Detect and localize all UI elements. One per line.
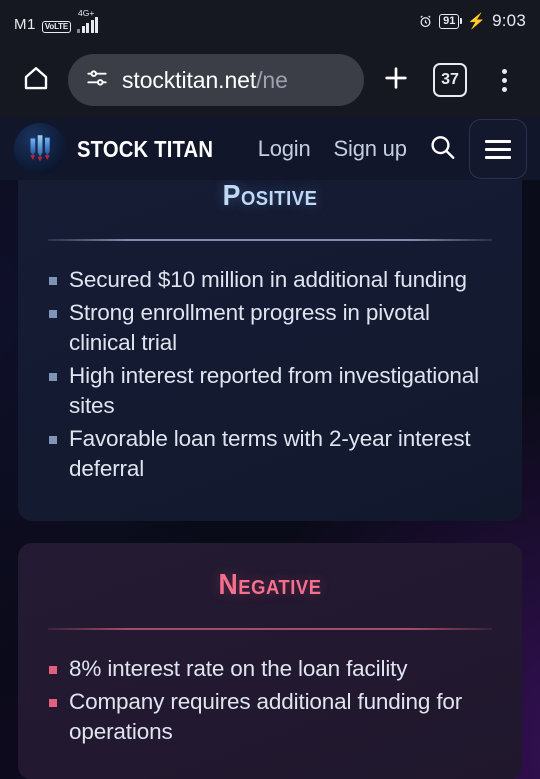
negative-list: 8% interest rate on the loan facility Co… xyxy=(44,654,496,747)
search-icon xyxy=(427,132,457,167)
brand-name: STOCK TITAN xyxy=(77,135,214,162)
negative-card: Negative 8% interest rate on the loan fa… xyxy=(18,543,522,779)
list-item: High interest reported from investigatio… xyxy=(44,361,496,420)
status-bar-right: 91 ⚡ 9:03 xyxy=(418,11,526,31)
phone-screen: M1 VoLTE 4G+ 91 ⚡ 9:03 stocktitan.net/ne… xyxy=(0,0,540,779)
header-nav: Login Sign up xyxy=(258,136,407,162)
url-host: stocktitan.net xyxy=(122,66,257,93)
web-page: STOCK TITAN Login Sign up Positive Secur… xyxy=(0,118,540,779)
positive-divider xyxy=(48,239,492,241)
battery-icon: 91 xyxy=(439,13,463,29)
url-path: /ne xyxy=(256,66,288,93)
list-item: Secured $10 million in additional fundin… xyxy=(44,265,496,295)
page-scroll-area[interactable]: Positive Secured $10 million in addition… xyxy=(0,146,540,779)
new-tab-button[interactable] xyxy=(374,58,418,102)
search-button[interactable] xyxy=(427,132,457,167)
signup-link[interactable]: Sign up xyxy=(334,136,407,162)
signal-bars-icon xyxy=(77,16,98,33)
overflow-menu-icon xyxy=(501,68,507,92)
url-text: stocktitan.net/ne xyxy=(122,67,288,94)
browser-toolbar: stocktitan.net/ne 37 xyxy=(0,42,540,118)
tab-switcher-button[interactable]: 37 xyxy=(428,58,472,102)
positive-card-title: Positive xyxy=(222,180,318,212)
negative-divider xyxy=(48,628,492,630)
battery-cap xyxy=(460,18,463,24)
mobile-menu-button[interactable] xyxy=(468,119,527,179)
home-button[interactable] xyxy=(14,58,58,102)
positive-card: Positive Secured $10 million in addition… xyxy=(18,146,522,521)
alarm-icon xyxy=(418,14,433,29)
clock-label: 9:03 xyxy=(492,11,526,30)
list-item: Company requires additional funding for … xyxy=(44,687,496,746)
battery-level: 91 xyxy=(439,13,460,29)
url-bar[interactable]: stocktitan.net/ne xyxy=(68,54,364,106)
signal-indicator: 4G+ xyxy=(77,9,98,33)
site-settings-icon[interactable] xyxy=(84,65,110,96)
charging-bolt-icon: ⚡ xyxy=(467,12,487,30)
carrier-label: M1 xyxy=(14,15,36,33)
list-item: 8% interest rate on the loan facility xyxy=(44,654,496,684)
site-header: STOCK TITAN Login Sign up xyxy=(0,118,540,180)
browser-menu-button[interactable] xyxy=(482,58,526,102)
status-bar: M1 VoLTE 4G+ 91 ⚡ 9:03 xyxy=(0,0,540,42)
hamburger-icon xyxy=(484,139,511,159)
plus-icon xyxy=(380,62,412,99)
positive-list: Secured $10 million in additional fundin… xyxy=(44,265,496,484)
list-item: Strong enrollment progress in pivotal cl… xyxy=(44,298,496,357)
network-type-label: 4G+ xyxy=(78,8,95,19)
home-icon xyxy=(21,63,51,98)
stock-titan-logo-icon[interactable] xyxy=(14,123,66,175)
logo-bars-icon xyxy=(30,135,50,162)
negative-card-title: Negative xyxy=(218,569,322,601)
tab-count-badge: 37 xyxy=(433,63,467,97)
status-bar-left: M1 VoLTE 4G+ xyxy=(14,9,98,33)
volte-badge: VoLTE xyxy=(41,20,71,33)
login-link[interactable]: Login xyxy=(258,136,311,162)
list-item: Favorable loan terms with 2-year interes… xyxy=(44,424,496,483)
